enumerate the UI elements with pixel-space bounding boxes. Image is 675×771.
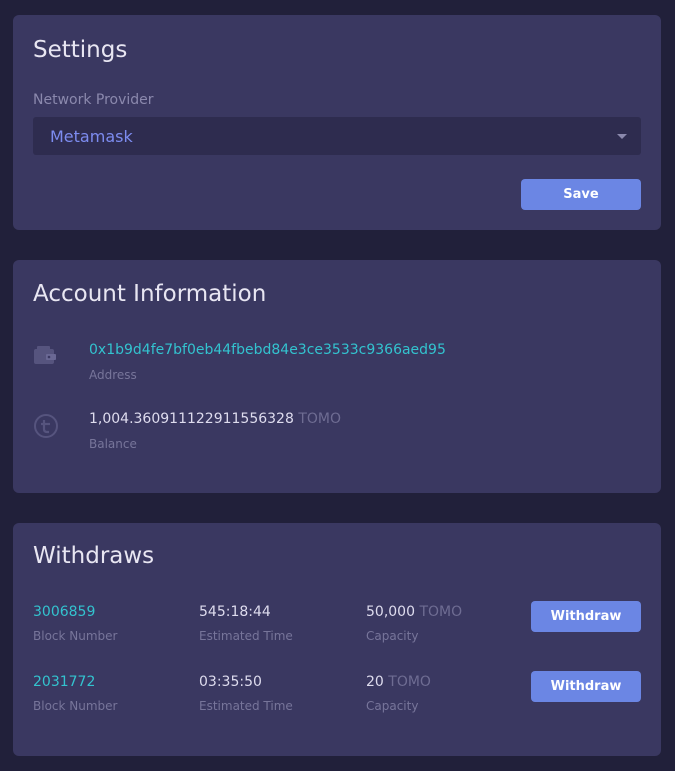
capacity-label: Capacity xyxy=(366,629,419,643)
estimated-time-label: Estimated Time xyxy=(199,699,293,713)
network-provider-label: Network Provider xyxy=(33,92,154,108)
tomo-coin-icon xyxy=(33,413,58,438)
wallet-icon xyxy=(33,344,57,368)
capacity-value: 20 xyxy=(366,674,384,690)
save-button[interactable]: Save xyxy=(521,179,641,210)
account-information-title: Account Information xyxy=(33,281,267,307)
estimated-time-cell: 545:18:44 Estimated Time xyxy=(199,604,293,643)
withdraw-button[interactable]: Withdraw xyxy=(531,671,641,702)
balance-label: Balance xyxy=(89,437,137,451)
block-number-label: Block Number xyxy=(33,699,118,713)
block-number[interactable]: 2031772 xyxy=(33,674,117,690)
settings-card: Settings Network Provider Metamask Save xyxy=(13,15,661,230)
capacity-unit: TOMO xyxy=(419,604,463,620)
block-number-label: Block Number xyxy=(33,629,118,643)
capacity-unit: TOMO xyxy=(388,674,431,690)
address-row: 0x1b9d4fe7bf0eb44fbebd84e3ce3533c9366aed… xyxy=(33,342,633,392)
network-provider-select[interactable]: Metamask xyxy=(33,117,641,155)
withdraws-card: Withdraws 3006859 Block Number 545:18:44… xyxy=(13,523,661,756)
block-number[interactable]: 3006859 xyxy=(33,604,117,620)
account-address[interactable]: 0x1b9d4fe7bf0eb44fbebd84e3ce3533c9366aed… xyxy=(89,342,446,358)
block-number-cell: 2031772 Block Number xyxy=(33,674,117,713)
withdraw-row: 3006859 Block Number 545:18:44 Estimated… xyxy=(33,601,641,644)
withdraw-button[interactable]: Withdraw xyxy=(531,601,641,632)
capacity-cell: 20 TOMO Capacity xyxy=(366,674,431,713)
estimated-time: 545:18:44 xyxy=(199,604,271,620)
estimated-time: 03:35:50 xyxy=(199,674,262,690)
capacity: 50,000 TOMO xyxy=(366,604,462,620)
balance-value: 1,004.360911122911556328 xyxy=(89,411,294,427)
capacity-value: 50,000 xyxy=(366,604,415,620)
withdraw-row: 2031772 Block Number 03:35:50 Estimated … xyxy=(33,671,641,714)
settings-title: Settings xyxy=(33,37,128,63)
account-information-card: Account Information 0x1b9d4fe7bf0eb44fbe… xyxy=(13,260,661,493)
capacity: 20 TOMO xyxy=(366,674,431,690)
capacity-cell: 50,000 TOMO Capacity xyxy=(366,604,462,643)
account-balance: 1,004.360911122911556328 TOMO xyxy=(89,411,341,427)
address-label: Address xyxy=(89,368,137,382)
capacity-label: Capacity xyxy=(366,699,419,713)
balance-unit: TOMO xyxy=(298,411,341,427)
balance-row: 1,004.360911122911556328 TOMO Balance xyxy=(33,411,633,461)
chevron-down-icon xyxy=(617,133,627,139)
estimated-time-cell: 03:35:50 Estimated Time xyxy=(199,674,293,713)
network-provider-value: Metamask xyxy=(50,126,133,146)
estimated-time-label: Estimated Time xyxy=(199,629,293,643)
withdraws-title: Withdraws xyxy=(33,543,155,569)
block-number-cell: 3006859 Block Number xyxy=(33,604,117,643)
